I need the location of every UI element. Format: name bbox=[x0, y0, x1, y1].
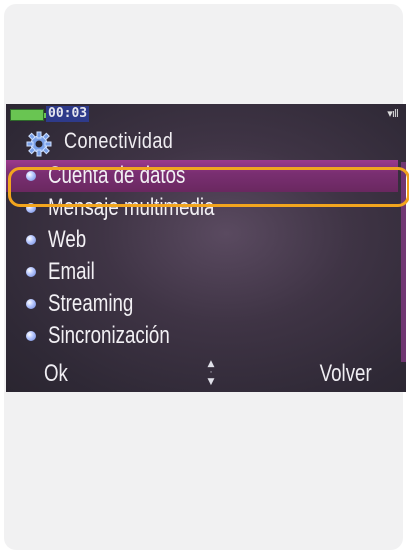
menu-item-streaming[interactable]: Streaming bbox=[6, 288, 406, 320]
status-bar: 00:03 ▾ıll bbox=[6, 104, 406, 126]
ok-softkey[interactable]: Ok bbox=[44, 360, 68, 388]
signal-bars-icon: ▾ıll bbox=[387, 107, 399, 120]
menu-item-label: Streaming bbox=[48, 290, 134, 317]
bullet-icon bbox=[26, 235, 36, 245]
bullet-icon bbox=[26, 331, 36, 341]
clock: 00:03 bbox=[46, 106, 90, 122]
softkey-bar: Ok ▲ · ▼ Volver bbox=[6, 358, 406, 392]
menu-item-label: Sincronización bbox=[48, 322, 170, 349]
volver-softkey[interactable]: Volver bbox=[320, 360, 372, 388]
page-title: Conectividad bbox=[64, 128, 174, 153]
menu-item-label: Web bbox=[48, 226, 87, 253]
gear-icon bbox=[26, 131, 52, 157]
highlight-ring bbox=[8, 167, 409, 207]
menu-item-email[interactable]: Email bbox=[6, 256, 406, 288]
menu-item-sincronizacion[interactable]: Sincronización bbox=[6, 320, 406, 352]
scroll-arrows-icon: ▲ · ▼ bbox=[207, 359, 215, 387]
title-bar: Conectividad bbox=[6, 126, 406, 158]
bullet-icon bbox=[26, 299, 36, 309]
bullet-icon bbox=[26, 267, 36, 277]
menu-item-label: Email bbox=[48, 258, 95, 285]
menu-item-web[interactable]: Web bbox=[6, 224, 406, 256]
battery-icon bbox=[10, 109, 47, 121]
phone-screen: 00:03 ▾ıll Conectividad Cuenta de datos bbox=[6, 104, 406, 392]
